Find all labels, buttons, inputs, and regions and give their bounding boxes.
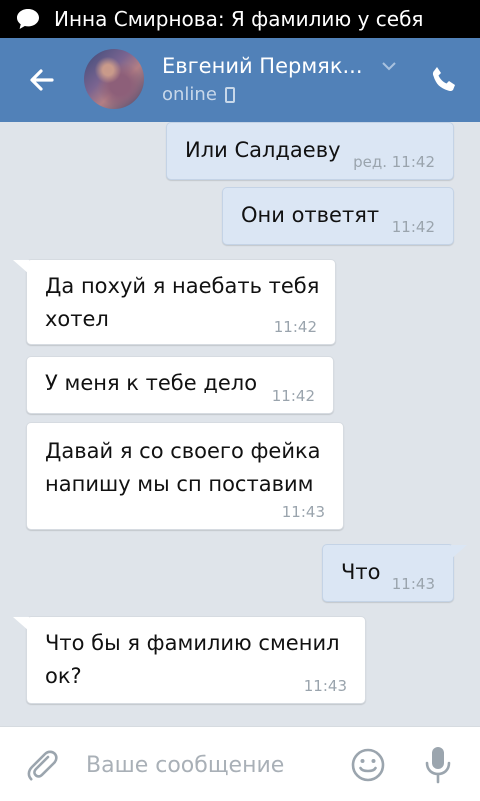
outgoing-message[interactable]: Что 11:43	[322, 544, 467, 602]
message-text: Или Салдаеву	[185, 138, 341, 162]
smiley-icon[interactable]	[350, 747, 386, 783]
message-time: 11:42	[391, 218, 435, 236]
outgoing-message[interactable]: Или Салдаеву ред. 11:42	[166, 122, 454, 180]
contact-status: online	[162, 84, 235, 105]
message-line: Давай я со своего фейка	[45, 439, 321, 463]
edited-label: ред.	[353, 153, 387, 171]
message-text: Что	[341, 560, 381, 584]
bubble-tail	[13, 260, 29, 274]
online-status-text: online	[162, 84, 217, 105]
contact-name[interactable]: Евгений Пермяк...	[162, 54, 370, 78]
incoming-message[interactable]: У меня к тебе дело 11:42	[26, 356, 334, 414]
mobile-phone-icon	[224, 86, 235, 103]
message-time: 11:43	[391, 575, 435, 593]
message-time: 11:42	[271, 387, 315, 405]
message-line: напишу мы сп поставим	[45, 472, 314, 496]
message-line: Да похуй я наебать тебя	[45, 274, 320, 298]
outgoing-message[interactable]: Они ответят 11:42	[222, 187, 454, 245]
back-arrow-icon[interactable]	[22, 60, 62, 100]
message-time: 11:43	[303, 677, 347, 695]
incoming-message[interactable]: Да похуй я наебать тебя хотел 11:42	[13, 259, 336, 345]
message-line: ок?	[45, 664, 82, 688]
message-time: 11:42	[273, 318, 317, 336]
phone-call-icon[interactable]	[428, 64, 460, 96]
paperclip-icon[interactable]	[24, 747, 60, 783]
message-icon	[17, 9, 39, 29]
microphone-icon[interactable]	[422, 745, 454, 785]
bubble-tail	[13, 617, 29, 631]
message-text: Давай я со своего фейка напишу мы сп пос…	[45, 435, 321, 501]
message-input[interactable]	[84, 743, 338, 787]
chevron-down-icon[interactable]	[380, 60, 398, 72]
incoming-message[interactable]: Давай я со своего фейка напишу мы сп пос…	[26, 422, 344, 530]
chat-header: Евгений Пермяк... online	[0, 38, 480, 122]
message-time: 11:43	[281, 503, 325, 521]
message-list[interactable]: Или Салдаеву ред. 11:42 Они ответят 11:4…	[0, 122, 480, 726]
avatar[interactable]	[84, 49, 144, 109]
message-meta: ред. 11:42	[353, 153, 435, 171]
message-text: Что бы я фамилию сменил ок?	[45, 627, 340, 693]
message-line: Что бы я фамилию сменил	[45, 631, 340, 655]
message-text: У меня к тебе дело	[45, 371, 258, 395]
message-text: Они ответят	[241, 203, 380, 227]
message-time: 11:42	[391, 153, 435, 171]
incoming-message[interactable]: Что бы я фамилию сменил ок? 11:43	[13, 616, 366, 704]
status-bar: Инна Смирнова: Я фамилию у себя	[0, 0, 480, 38]
bubble-tail	[451, 545, 467, 559]
notification-text: Инна Смирнова: Я фамилию у себя	[54, 7, 424, 31]
composer-bar	[0, 726, 480, 801]
